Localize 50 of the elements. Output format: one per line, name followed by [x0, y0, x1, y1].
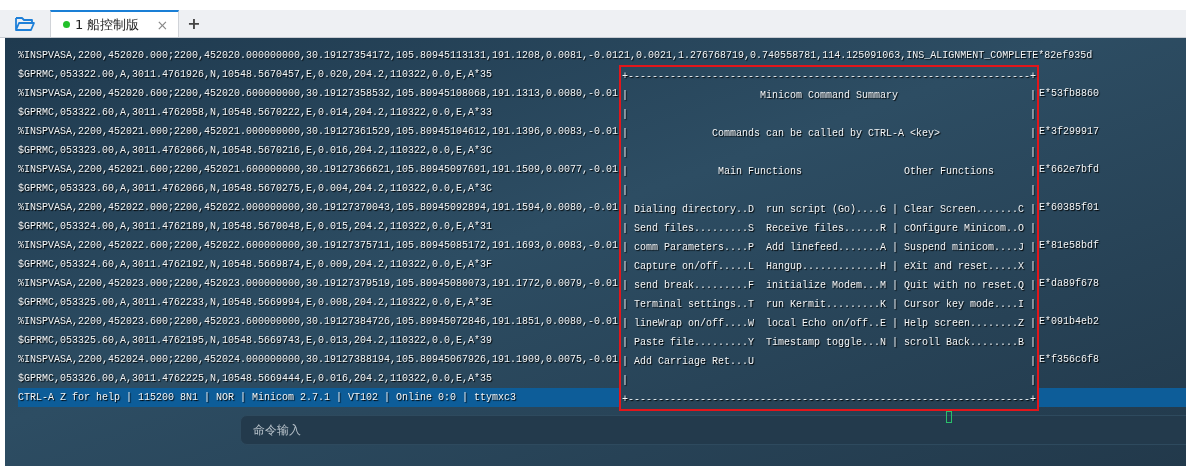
terminal-line: $GPRMC,053323.00,A,3011.4762066,N,10548.5670216,E,0.016,204.2,110322,0.0,E,A*3C [18, 144, 493, 158]
help-line: | Commands can be called by CTRL-A <key> | [622, 127, 1036, 141]
help-line: | lineWrap on/off....W local Echo on/off..E | Help screen........Z | [622, 317, 1036, 331]
help-line: | Paste file.........Y Timestamp toggle...N | scroll Back........B | [622, 336, 1036, 350]
help-line: | Capture on/off.....L Hangup.............H | eXit and reset.....X | [622, 260, 1036, 274]
help-line: | Send files.........S Receive files......R | cOnfigure Minicom..O | [622, 222, 1036, 236]
help-line: | Terminal settings..T run Kermit.........K | Cursor key mode....I | [622, 298, 1036, 312]
terminal-line: %INSPVASA,2200,452023.000;2200,452023.000000000,30.19127379519,105.80945080073,191.1772,0.0079,-0.01 [18, 277, 619, 291]
command-input[interactable]: 命令输入 [240, 415, 1186, 445]
terminal-line: E*091b4eb2 [1039, 315, 1099, 329]
help-line: | | [622, 374, 1036, 388]
terminal-line: %INSPVASA,2200,452023.600;2200,452023.600000000,30.19127384726,105.80945072846,191.1851,0.0080,-0.01 [18, 315, 619, 329]
terminal-line: %INSPVASA,2200,452021.000;2200,452021.000000000,30.19127361529,105.80945104612,191.1396,0.0083,-0.01 [18, 125, 619, 139]
terminal-line: $GPRMC,053323.60,A,3011.4762066,N,10548.5670275,E,0.004,204.2,110322,0.0,E,A*3C [18, 182, 493, 196]
help-line: +-------------------------------------------------------------------+ [622, 70, 1036, 84]
status-bar: CTRL-A Z for help | 115200 8N1 | NOR | Minicom 2.7.1 | VT102 | Online 0:0 | ttymxc3 [18, 388, 619, 407]
help-line: | | [622, 108, 1036, 122]
terminal-line: $GPRMC,053325.00,A,3011.4762233,N,10548.5669994,E,0.008,204.2,110322,0.0,E,A*3E [18, 296, 493, 310]
help-line: | | [622, 184, 1036, 198]
help-line: | send break.........F initialize Modem...M | Quit with no reset.Q | [622, 279, 1036, 293]
terminal-line: %INSPVASA,2200,452020.600;2200,452020.600000000,30.19127358532,105.80945108068,191.1313,0.0080,-0.01 [18, 87, 619, 101]
terminal-line: E*da89f678 [1039, 277, 1099, 291]
terminal-line: E*60385f01 [1039, 201, 1099, 215]
terminal-line: %INSPVASA,2200,452021.600;2200,452021.600000000,30.19127366621,105.80945097691,191.1509,0.0077,-0.01 [18, 163, 619, 177]
terminal-line: $GPRMC,053322.00,A,3011.4761926,N,10548.5670457,E,0.020,204.2,110322,0.0,E,A*35 [18, 68, 493, 82]
terminal-line: %INSPVASA,2200,452022.000;2200,452022.000000000,30.19127370043,105.80945092894,191.1594,0.0080,-0.01 [18, 201, 619, 215]
help-line: | comm Parameters....P Add linefeed.......A | Suspend minicom....J | [622, 241, 1036, 255]
help-line: | Minicom Command Summary | [622, 89, 1036, 103]
help-line: | Dialing directory..D run script (Go)....G | Clear Screen.......C | [622, 203, 1036, 217]
terminal-line: E*f356c6f8 [1039, 353, 1099, 367]
terminal-line: %INSPVASA,2200,452020.000;2200,452020.000000000,30.19127354172,105.80945113131,191.1208,0.0081,-0.0121,0.0021,1.276768719,0.740558781,114.125091063,INS_ALIGNMENT_COMPLETE*82ef935d [18, 49, 1093, 63]
terminal-line: E*53fb8860 [1039, 87, 1099, 101]
terminal-line: %INSPVASA,2200,452022.600;2200,452022.600000000,30.19127375711,105.80945085172,191.1693,0.0083,-0.01 [18, 239, 619, 253]
terminal-line: E*81e58bdf [1039, 239, 1099, 253]
terminal-line: $GPRMC,053324.60,A,3011.4762192,N,10548.5669874,E,0.009,204.2,110322,0.0,E,A*3F [18, 258, 493, 272]
terminal-line: $GPRMC,053324.00,A,3011.4762189,N,10548.5670048,E,0.015,204.2,110322,0.0,E,A*31 [18, 220, 493, 234]
terminal-line: $GPRMC,053322.60,A,3011.4762058,N,10548.5670222,E,0.014,204.2,110322,0.0,E,A*33 [18, 106, 493, 120]
help-line: | Add Carriage Ret...U | [622, 355, 1036, 369]
tab[interactable]: 1 船控制版 × [50, 10, 180, 37]
folder-icon[interactable] [14, 14, 36, 33]
help-line: | | [622, 146, 1036, 160]
new-tab-button[interactable]: + [187, 14, 201, 33]
close-icon[interactable]: × [156, 16, 169, 33]
help-line: | Main Functions Other Functions | [622, 165, 1036, 179]
terminal-line: E*662e7bfd [1039, 163, 1099, 177]
terminal-line: $GPRMC,053325.60,A,3011.4762195,N,10548.5669743,E,0.013,204.2,110322,0.0,E,A*39 [18, 334, 493, 348]
terminal-line: %INSPVASA,2200,452024.000;2200,452024.000000000,30.19127388194,105.80945067926,191.1909,0.0075,-0.01 [18, 353, 619, 367]
help-line: +-------------------------------------------------------------------+ [622, 393, 1036, 407]
terminal-line: E*3f299917 [1039, 125, 1099, 139]
terminal-line: $GPRMC,053326.00,A,3011.4762225,N,10548.5669444,E,0.016,204.2,110322,0.0,E,A*35 [18, 372, 493, 386]
